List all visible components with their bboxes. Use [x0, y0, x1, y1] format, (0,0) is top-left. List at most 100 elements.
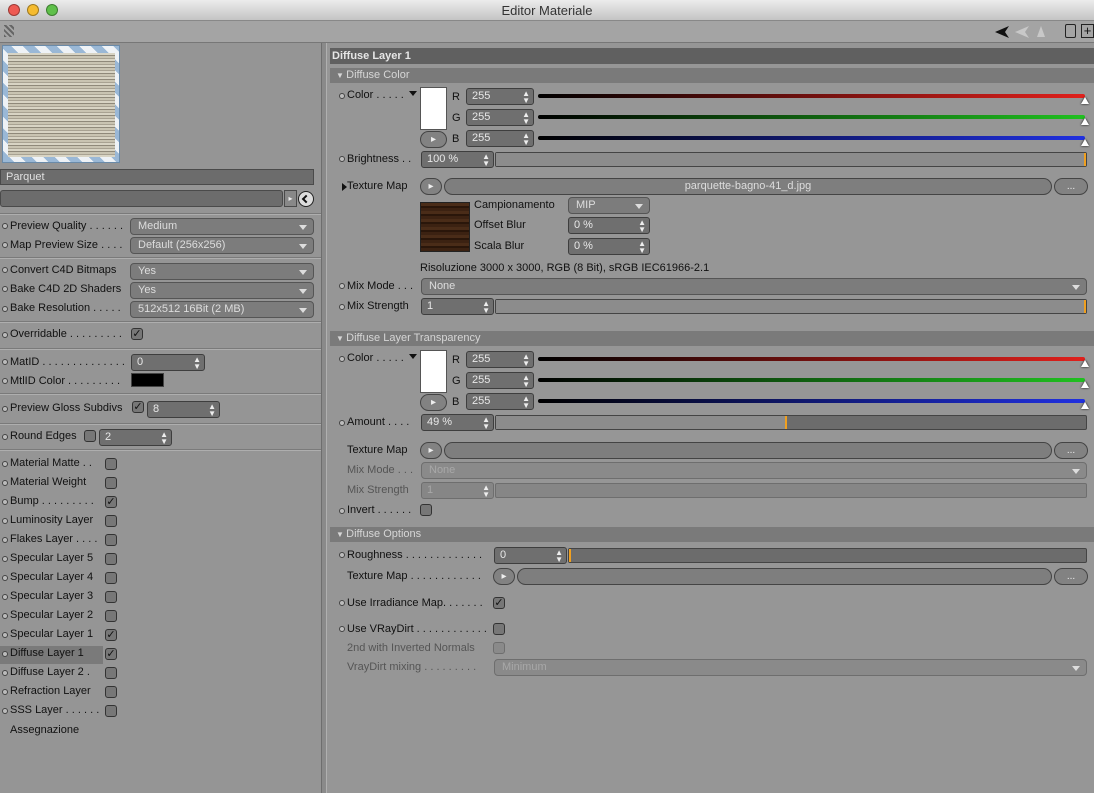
layer-item-label[interactable]: Material Weight	[10, 476, 86, 488]
param-dot[interactable]	[2, 556, 8, 562]
diffuse-b-slider[interactable]	[538, 136, 1085, 140]
preview-quality-dropdown[interactable]: Medium	[130, 218, 314, 235]
transparency-b-input[interactable]: 255 ▲ ▼	[466, 393, 534, 410]
param-dot[interactable]	[2, 406, 8, 412]
transparency-texture-button[interactable]	[444, 442, 1052, 459]
brightness-slider[interactable]	[495, 152, 1087, 167]
link-arrow-icon[interactable]: ▸	[284, 190, 297, 207]
param-dot[interactable]	[2, 670, 8, 676]
diffuse-b-input[interactable]: 255 ▲ ▼	[466, 130, 534, 147]
picker-icon[interactable]	[298, 191, 314, 207]
slider-handle-icon[interactable]	[1081, 118, 1089, 125]
param-dot[interactable]	[2, 434, 8, 440]
diffuse-g-slider[interactable]	[538, 115, 1085, 119]
brightness-input[interactable]: 100 % ▲ ▼	[421, 151, 494, 168]
new-panel-icon[interactable]: +	[1081, 24, 1094, 38]
roughness-slider[interactable]	[568, 548, 1087, 563]
color-mode-button[interactable]: ▸	[420, 394, 447, 411]
bake-resolution-dropdown[interactable]: 512x512 16Bit (2 MB)	[130, 301, 314, 318]
layer-item-label[interactable]: Specular Layer 2	[10, 609, 93, 621]
map-preview-size-dropdown[interactable]: Default (256x256)	[130, 237, 314, 254]
vraydirt-checkbox[interactable]	[493, 623, 505, 635]
layer-item-label[interactable]: Luminosity Layer	[10, 514, 93, 526]
transparency-g-slider[interactable]	[538, 378, 1085, 382]
layer-item-checkbox[interactable]	[105, 477, 117, 489]
layer-item-checkbox[interactable]	[105, 686, 117, 698]
mtlid-color-swatch[interactable]	[131, 373, 164, 387]
dirt-mixing-dropdown[interactable]: Minimum	[494, 659, 1087, 676]
diffuse-options-header[interactable]: ▼ Diffuse Options	[330, 527, 1094, 542]
layer-item-label[interactable]: Specular Layer 3	[10, 590, 93, 602]
material-link-field[interactable]	[0, 190, 283, 207]
layer-item-checkbox[interactable]	[105, 553, 117, 565]
diffuse-r-input[interactable]: 255 ▲ ▼	[466, 88, 534, 105]
param-dot[interactable]	[2, 575, 8, 581]
layer-item-label[interactable]: Specular Layer 4	[10, 571, 93, 583]
mix-strength-slider[interactable]	[495, 299, 1087, 314]
texture-browse-button[interactable]: ...	[1054, 568, 1088, 585]
layer-item-checkbox[interactable]	[105, 591, 117, 603]
convert-bitmaps-dropdown[interactable]: Yes	[130, 263, 314, 280]
param-dot[interactable]	[2, 708, 8, 714]
param-dot[interactable]	[339, 420, 345, 426]
param-dot[interactable]	[2, 223, 8, 229]
transparency-header[interactable]: ▼ Diffuse Layer Transparency	[330, 331, 1094, 346]
amount-slider[interactable]	[495, 415, 1087, 430]
preview-gloss-input[interactable]: 8 ▲ ▼	[147, 401, 220, 418]
param-dot[interactable]	[2, 651, 8, 657]
param-dot[interactable]	[339, 600, 345, 606]
layer-item-checkbox[interactable]	[105, 705, 117, 717]
diffuse-color-swatch[interactable]	[420, 87, 447, 130]
layer-item-label[interactable]: SSS Layer . . . . . .	[10, 704, 99, 716]
layer-item-label[interactable]: Specular Layer 5	[10, 552, 93, 564]
param-dot[interactable]	[2, 689, 8, 695]
layer-item-label[interactable]: Refraction Layer	[10, 685, 91, 697]
param-dot[interactable]	[2, 499, 8, 505]
layer-item-label[interactable]: Diffuse Layer 1	[10, 647, 84, 659]
mix-mode-dropdown[interactable]: None	[421, 278, 1087, 295]
transparency-mix-strength-input[interactable]: 1 ▲ ▼	[421, 482, 494, 499]
color-menu-arrow-icon[interactable]	[409, 91, 417, 96]
options-texture-button[interactable]	[517, 568, 1052, 585]
param-dot[interactable]	[2, 242, 8, 248]
assignment-label[interactable]: Assegnazione	[10, 724, 79, 736]
slider-handle-icon[interactable]	[1081, 381, 1089, 388]
texture-browse-button[interactable]: ...	[1054, 442, 1088, 459]
texture-map-menu-button[interactable]: ▸	[493, 568, 515, 585]
diffuse-r-slider[interactable]	[538, 94, 1085, 98]
slider-handle-icon[interactable]	[1081, 402, 1089, 409]
param-dot[interactable]	[2, 632, 8, 638]
param-dot[interactable]	[339, 508, 345, 514]
round-edges-checkbox[interactable]	[84, 430, 96, 442]
transparency-mix-mode-dropdown[interactable]: None	[421, 462, 1087, 479]
param-dot[interactable]	[339, 552, 345, 558]
layer-item-label[interactable]: Specular Layer 1	[10, 628, 93, 640]
layer-item-checkbox[interactable]	[105, 610, 117, 622]
preview-gloss-checkbox[interactable]: ✓	[132, 401, 144, 413]
lock-icon[interactable]	[1065, 24, 1076, 38]
material-name-field[interactable]: Parquet	[0, 169, 314, 185]
param-dot[interactable]	[339, 283, 345, 289]
param-dot[interactable]	[2, 378, 8, 384]
layer-item-checkbox[interactable]	[105, 534, 117, 546]
inverted-normals-checkbox[interactable]	[493, 642, 505, 654]
layer-item-checkbox[interactable]: ✓	[105, 629, 117, 641]
offset-blur-input[interactable]: 0 % ▲ ▼	[568, 217, 650, 234]
invert-checkbox[interactable]	[420, 504, 432, 516]
param-dot[interactable]	[339, 304, 345, 310]
param-dot[interactable]	[2, 267, 8, 273]
matid-input[interactable]: 0 ▲ ▼	[131, 354, 205, 371]
param-dot[interactable]	[2, 613, 8, 619]
color-menu-arrow-icon[interactable]	[409, 354, 417, 359]
campionamento-dropdown[interactable]: MIP	[568, 197, 650, 214]
panel-divider[interactable]	[321, 43, 327, 793]
param-dot[interactable]	[2, 359, 8, 365]
texture-map-menu-button[interactable]: ▸	[420, 178, 442, 195]
transparency-g-input[interactable]: 255 ▲ ▼	[466, 372, 534, 389]
grip-icon[interactable]	[4, 25, 14, 37]
diffuse-color-header[interactable]: ▼ Diffuse Color	[330, 68, 1094, 83]
param-dot[interactable]	[2, 306, 8, 312]
layer-item-label[interactable]: Flakes Layer . . . .	[10, 533, 97, 545]
bake-shaders-dropdown[interactable]: Yes	[130, 282, 314, 299]
transparency-color-swatch[interactable]	[420, 350, 447, 393]
